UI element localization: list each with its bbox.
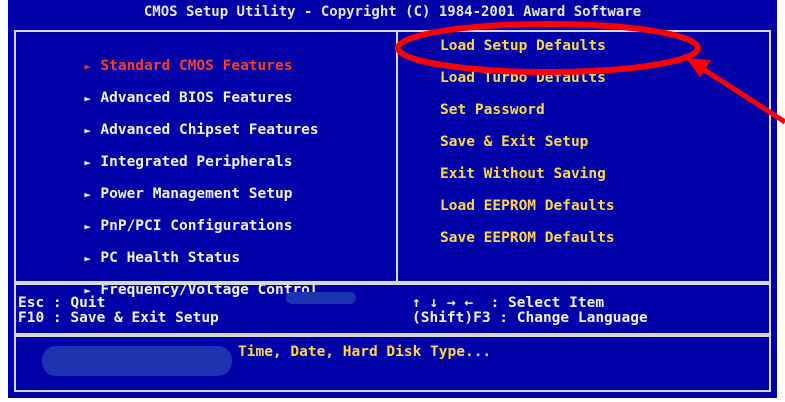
highlight-ellipse xyxy=(395,21,701,75)
pointer-arrow-shaft xyxy=(698,64,785,125)
annotation-overlay xyxy=(395,21,785,125)
bios-screen: CMOS Setup Utility - Copyright (C) 1984-… xyxy=(0,0,785,402)
